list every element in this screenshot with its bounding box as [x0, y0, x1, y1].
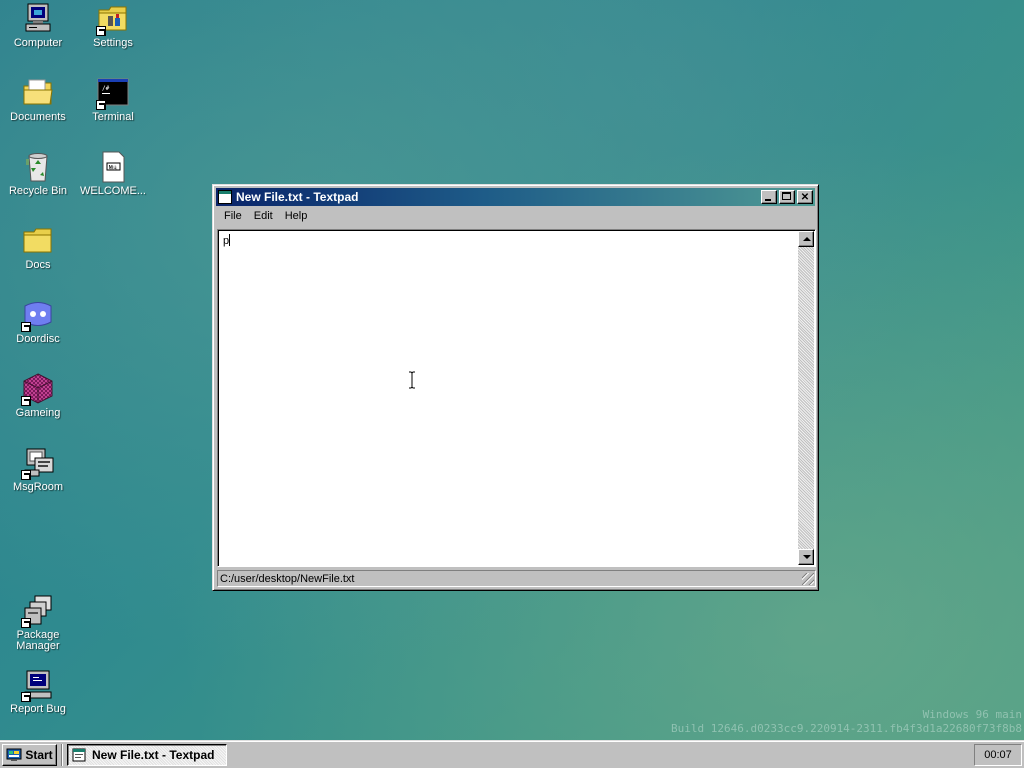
close-button[interactable]: ✕ — [797, 190, 813, 204]
desktop-icon-documents[interactable]: Documents — [1, 76, 75, 123]
close-icon: ✕ — [800, 191, 810, 203]
desktop-icon-label: Report Bug — [10, 703, 66, 715]
desktop-icon-label: Package Manager — [16, 629, 60, 652]
taskbar: Start New File.txt - Textpad 00:07 — [0, 740, 1024, 768]
desktop-icon-label: Settings — [93, 37, 133, 49]
watermark-line-1: Windows 96 main — [922, 708, 1022, 721]
build-watermark: Windows 96 main Build 12646.d0233cc9.220… — [671, 708, 1022, 736]
desktop-icon-recycle-bin[interactable]: Recycle Bin — [1, 150, 75, 197]
desktop-icon-docs[interactable]: Docs — [1, 224, 75, 271]
status-bar: C:/user/desktop/NewFile.txt — [217, 570, 816, 587]
computer-icon — [21, 2, 55, 36]
desktop-icon-welcome[interactable]: M↓ WELCOME... — [76, 150, 150, 197]
desktop-icon-label: Terminal — [92, 111, 134, 123]
desktop-icon-msgroom[interactable]: MsgRoom — [1, 446, 75, 493]
scroll-down-button[interactable] — [798, 549, 814, 565]
shortcut-arrow-icon — [21, 396, 31, 406]
package-manager-icon — [21, 594, 55, 628]
doordisc-icon — [21, 298, 55, 332]
terminal-icon: /# — [96, 76, 130, 110]
menu-edit[interactable]: Edit — [248, 208, 279, 224]
desktop-icon-label: Documents — [10, 111, 66, 123]
textpad-icon — [72, 748, 86, 761]
desktop-icon-gameing[interactable]: Gameing — [1, 372, 75, 419]
editor-frame: p — [217, 229, 816, 567]
desktop-icon-package-manager[interactable]: Package Manager — [1, 594, 75, 652]
shortcut-arrow-icon — [21, 618, 31, 628]
menu-help[interactable]: Help — [279, 208, 314, 224]
minimize-icon — [765, 199, 771, 201]
documents-folder-icon — [21, 76, 55, 110]
desktop-icon-label: Computer — [13, 37, 63, 49]
desktop[interactable]: Computer Documents Recycle Bin Docs Door… — [0, 0, 1024, 740]
window-title: New File.txt - Textpad — [236, 190, 359, 204]
maximize-icon — [782, 192, 791, 200]
ibeam-cursor-icon — [409, 371, 415, 389]
msgroom-icon — [21, 446, 55, 480]
vertical-scrollbar[interactable] — [798, 231, 814, 565]
svg-text:M↓: M↓ — [109, 165, 118, 171]
shortcut-arrow-icon — [96, 26, 106, 36]
desktop-icon-doordisc[interactable]: Doordisc — [1, 298, 75, 345]
start-logo-icon — [6, 748, 22, 761]
arrow-up-icon — [803, 237, 811, 241]
desktop-icon-label: MsgRoom — [12, 481, 64, 493]
gameing-icon — [21, 372, 55, 406]
recycle-bin-icon — [21, 150, 55, 184]
resize-grip-icon[interactable] — [802, 573, 814, 585]
start-label: Start — [25, 747, 53, 762]
shortcut-arrow-icon — [21, 470, 31, 480]
shortcut-arrow-icon — [96, 100, 106, 110]
desktop-icon-label: Doordisc — [16, 333, 60, 345]
desktop-icon-computer[interactable]: Computer — [1, 2, 75, 49]
markdown-file-icon: M↓ — [96, 150, 130, 184]
menu-bar: File Edit Help — [216, 206, 815, 226]
shortcut-arrow-icon — [21, 692, 31, 702]
clock[interactable]: 00:07 — [984, 749, 1012, 761]
arrow-down-icon — [803, 555, 811, 559]
taskbar-separator — [61, 743, 63, 766]
desktop-icon-label: Recycle Bin — [8, 185, 68, 197]
desktop-icon-label: WELCOME... — [79, 185, 146, 197]
watermark-line-2: Build 12646.d0233cc9.220914-2311.fb4f3d1… — [671, 722, 1022, 735]
taskbar-item-label: New File.txt - Textpad — [92, 747, 215, 762]
maximize-button[interactable] — [779, 190, 795, 204]
desktop-icon-settings[interactable]: Settings — [76, 2, 150, 49]
minimize-button[interactable] — [761, 190, 777, 204]
textpad-icon — [218, 190, 232, 204]
desktop-icon-report-bug[interactable]: Report Bug — [1, 668, 75, 715]
settings-folder-icon — [96, 2, 130, 36]
desktop-icon-label: Gameing — [15, 407, 61, 419]
status-file-path: C:/user/desktop/NewFile.txt — [220, 572, 355, 585]
textpad-window[interactable]: New File.txt - Textpad ✕ File Edit Help … — [212, 184, 819, 591]
report-bug-icon — [21, 668, 55, 702]
desktop-icon-label: Docs — [25, 259, 51, 271]
svg-text:/#: /# — [102, 85, 110, 92]
shortcut-arrow-icon — [21, 322, 31, 332]
text-editor[interactable]: p — [220, 232, 797, 565]
taskbar-item-textpad[interactable]: New File.txt - Textpad — [67, 743, 227, 766]
text-caret — [229, 234, 231, 246]
desktop-icon-terminal[interactable]: /# Terminal — [76, 76, 150, 123]
start-button[interactable]: Start — [2, 743, 57, 766]
menu-file[interactable]: File — [218, 208, 248, 224]
window-titlebar[interactable]: New File.txt - Textpad ✕ — [216, 188, 815, 206]
system-tray: 00:07 — [974, 743, 1022, 766]
folder-icon — [21, 224, 55, 258]
scroll-up-button[interactable] — [798, 231, 814, 247]
